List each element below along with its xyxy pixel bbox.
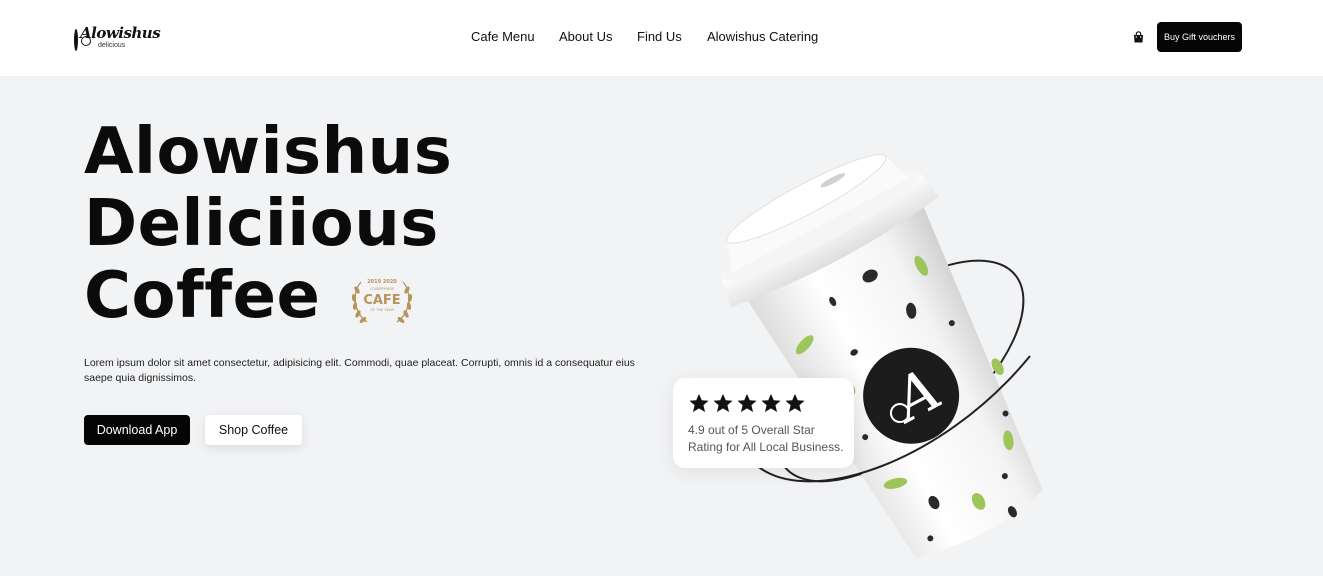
site-logo[interactable]: Alowishus delicious <box>74 20 161 54</box>
hero-description: Lorem ipsum dolor sit amet consectetur, … <box>84 357 635 384</box>
rating-text: 4.9 out of 5 Overall Star Rating for All… <box>688 423 844 454</box>
site-header: Alowishus delicious Cafe Menu About Us F… <box>0 0 1323 76</box>
cafe-of-the-year-award-badge: 2019 2020 COUNTRYWIDE CAFE OF THE YEAR <box>351 279 413 323</box>
nav-link-cafe-menu[interactable]: Cafe Menu <box>471 29 535 44</box>
award-bottom-small: OF THE YEAR <box>370 308 394 312</box>
award-top-small: COUNTRYWIDE <box>370 287 394 291</box>
star-icon <box>713 393 733 412</box>
download-app-button[interactable]: Download App <box>84 415 190 445</box>
logo-swirl-icon <box>74 29 91 51</box>
logo-name: Alowishus <box>80 23 161 42</box>
nav-link-find-us[interactable]: Find Us <box>637 29 682 44</box>
hero-title-line-1: Alowishus <box>84 115 453 189</box>
buy-gift-vouchers-button[interactable]: Buy Gift vouchers <box>1157 22 1242 52</box>
hero-title-line-2: Deliciious <box>84 187 439 261</box>
nav-link-catering[interactable]: Alowishus Catering <box>707 29 818 44</box>
award-years: 2019 2020 <box>367 279 397 285</box>
award-cafe-text: CAFE <box>363 293 400 308</box>
star-icon <box>689 393 709 412</box>
rating-stars <box>688 392 806 414</box>
shop-coffee-button[interactable]: Shop Coffee <box>205 415 302 445</box>
star-icon <box>737 393 757 412</box>
rating-card: 4.9 out of 5 Overall Star Rating for All… <box>673 378 854 468</box>
nav-link-about-us[interactable]: About Us <box>559 29 612 44</box>
shopping-bag-icon[interactable] <box>1133 31 1144 43</box>
star-icon <box>761 393 781 412</box>
coffee-cup-illustration: A <box>721 154 1043 558</box>
logo-subtitle: delicious <box>98 41 126 49</box>
star-icon <box>785 393 805 412</box>
